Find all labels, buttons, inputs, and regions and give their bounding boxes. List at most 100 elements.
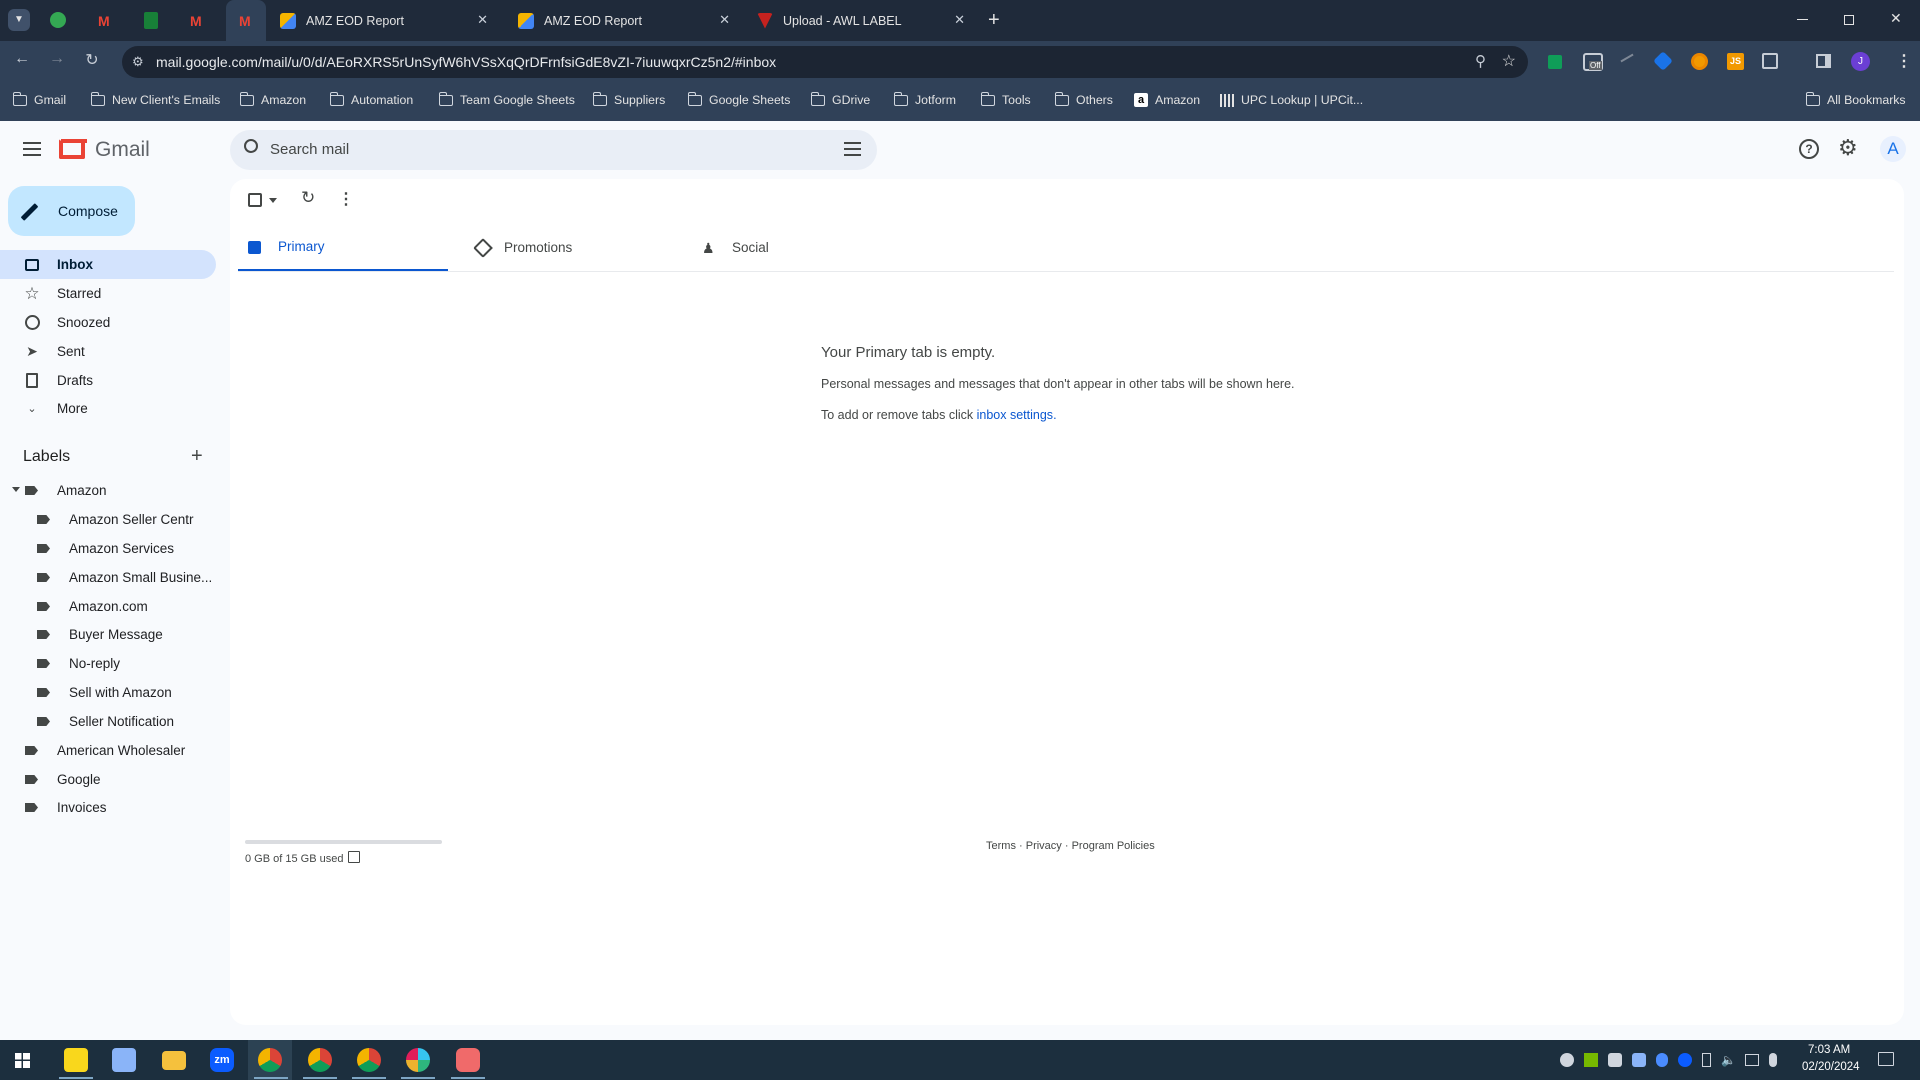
side-panel-icon[interactable] xyxy=(1816,54,1831,68)
reload-button[interactable]: ↻ xyxy=(80,50,104,70)
tab-search-button[interactable]: ▼ xyxy=(8,9,30,31)
label-seller-notification[interactable]: Seller Notification xyxy=(0,709,216,733)
zoom-tray-icon[interactable] xyxy=(1678,1053,1692,1067)
site-info-icon[interactable]: ⚙ xyxy=(132,46,144,78)
chrome-icon[interactable] xyxy=(357,1048,381,1072)
bookmark-star-icon[interactable]: ☆ xyxy=(1502,46,1516,78)
search-bar[interactable]: Search mail xyxy=(230,130,877,170)
tab-primary[interactable]: Primary xyxy=(238,223,448,272)
terms-link[interactable]: Terms xyxy=(986,840,1016,852)
restore-button[interactable] xyxy=(1844,15,1854,25)
extensions-puzzle-icon[interactable] xyxy=(1762,53,1778,69)
bookmark-automation[interactable]: Automation xyxy=(329,83,413,117)
browser-tab[interactable]: Upload - AWL LABEL ✕ xyxy=(745,0,977,41)
profile-avatar[interactable]: J xyxy=(1851,52,1870,71)
battery-icon[interactable] xyxy=(1702,1053,1711,1067)
bookmark-gdrive[interactable]: GDrive xyxy=(810,83,870,117)
account-avatar[interactable]: A xyxy=(1880,136,1906,162)
compose-button[interactable]: Compose xyxy=(8,186,135,236)
label-invoices[interactable]: Invoices xyxy=(0,795,216,819)
label-amazon[interactable]: Amazon xyxy=(0,478,216,502)
extension-pen-icon[interactable] xyxy=(1620,53,1634,63)
slack-icon[interactable] xyxy=(406,1048,430,1072)
bookmark-gmail[interactable]: Gmail xyxy=(12,83,66,117)
close-icon[interactable]: ✕ xyxy=(719,12,730,28)
help-icon[interactable]: ? xyxy=(1799,139,1819,159)
slack-tray-icon[interactable] xyxy=(1608,1053,1622,1067)
bluetooth-icon[interactable] xyxy=(1656,1053,1668,1067)
bookmark-upc-lookup[interactable]: UPC Lookup | UPCit... xyxy=(1220,83,1363,117)
bookmark-tools[interactable]: Tools xyxy=(980,83,1031,117)
all-bookmarks[interactable]: All Bookmarks xyxy=(1805,83,1906,117)
main-menu-icon[interactable] xyxy=(23,142,41,156)
inbox-settings-link[interactable]: inbox settings xyxy=(977,408,1053,422)
open-in-new-icon[interactable] xyxy=(348,851,360,863)
asana-icon[interactable] xyxy=(456,1048,480,1072)
extension-js-icon[interactable]: JS xyxy=(1727,53,1744,70)
label-amazon-small-business[interactable]: Amazon Small Busine... xyxy=(0,565,216,589)
sticky-notes-icon[interactable] xyxy=(64,1048,88,1072)
nav-inbox[interactable]: Inbox xyxy=(0,250,216,279)
search-icon[interactable] xyxy=(244,139,258,153)
nav-drafts[interactable]: Drafts xyxy=(0,366,216,395)
nav-snoozed[interactable]: Snoozed xyxy=(0,308,216,337)
pinned-tab-gmail-active[interactable]: M xyxy=(226,0,266,41)
minimize-button[interactable] xyxy=(1797,19,1808,20)
bookmark-google-sheets[interactable]: Google Sheets xyxy=(687,83,790,117)
browser-tab[interactable]: AMZ EOD Report ✕ xyxy=(506,0,742,41)
pinned-tab-sheets-green[interactable] xyxy=(50,12,66,28)
zoom-app-icon[interactable]: zm xyxy=(210,1048,234,1072)
extension-blue-icon[interactable] xyxy=(1653,51,1673,71)
tab-social[interactable]: ♟ Social xyxy=(694,223,904,272)
volume-icon[interactable]: 🔈 xyxy=(1721,1053,1736,1067)
clock-time[interactable]: 7:03 AM xyxy=(1808,1044,1850,1056)
network-icon[interactable] xyxy=(1745,1054,1759,1066)
clock-date[interactable]: 02/20/2024 xyxy=(1802,1061,1860,1073)
address-bar[interactable]: ⚙ mail.google.com/mail/u/0/d/AEoRXRS5rUn… xyxy=(122,46,1528,78)
browser-tab[interactable]: AMZ EOD Report ✕ xyxy=(268,0,500,41)
zoom-icon[interactable]: ⚲ xyxy=(1475,46,1486,78)
add-label-icon[interactable]: + xyxy=(191,445,203,468)
caret-down-icon[interactable] xyxy=(12,487,20,492)
label-amazon-com[interactable]: Amazon.com xyxy=(0,594,216,618)
search-filters-icon[interactable] xyxy=(844,142,861,156)
label-american-wholesaler[interactable]: American Wholesaler xyxy=(0,738,216,762)
pinned-tab-sheets[interactable] xyxy=(144,12,158,29)
close-icon[interactable]: ✕ xyxy=(954,12,965,28)
forward-button[interactable]: → xyxy=(45,50,69,68)
label-amazon-seller-central[interactable]: Amazon Seller Centr xyxy=(0,507,216,531)
privacy-link[interactable]: Privacy xyxy=(1026,840,1062,852)
label-buyer-message[interactable]: Buyer Message xyxy=(0,622,216,646)
bookmark-team-google-sheets[interactable]: Team Google Sheets xyxy=(438,83,575,117)
pinned-tab-gmail[interactable]: M xyxy=(98,13,110,29)
bookmark-suppliers[interactable]: Suppliers xyxy=(592,83,665,117)
close-icon[interactable]: ✕ xyxy=(477,12,488,28)
chrome-icon[interactable] xyxy=(258,1048,282,1072)
select-dropdown-caret-icon[interactable] xyxy=(269,198,277,203)
pen-tray-icon[interactable] xyxy=(1632,1053,1646,1067)
calculator-icon[interactable] xyxy=(112,1048,136,1072)
extension-orange-icon[interactable] xyxy=(1691,53,1708,70)
browser-menu-icon[interactable]: ⋮ xyxy=(1896,51,1912,71)
extension-green-icon[interactable] xyxy=(1548,55,1562,69)
more-options-icon[interactable]: ⋮ xyxy=(338,189,354,209)
nav-starred[interactable]: ☆ Starred xyxy=(0,279,216,308)
start-windows-icon[interactable] xyxy=(15,1053,30,1068)
bookmark-jotform[interactable]: Jotform xyxy=(893,83,956,117)
notifications-icon[interactable] xyxy=(1878,1052,1894,1066)
pinned-tab-gmail-2[interactable]: M xyxy=(190,13,202,29)
bookmark-others[interactable]: Others xyxy=(1054,83,1113,117)
label-no-reply[interactable]: No-reply xyxy=(0,651,216,675)
nvidia-tray-icon[interactable] xyxy=(1584,1053,1598,1067)
nav-more[interactable]: ⌄ More xyxy=(0,394,216,423)
label-google[interactable]: Google xyxy=(0,767,216,791)
back-button[interactable]: ← xyxy=(10,50,34,68)
label-sell-with-amazon[interactable]: Sell with Amazon xyxy=(0,680,216,704)
refresh-icon[interactable]: ↻ xyxy=(301,188,315,208)
tab-promotions[interactable]: Promotions xyxy=(466,223,676,272)
extension-off-icon[interactable]: Off xyxy=(1583,53,1603,71)
select-all-checkbox[interactable] xyxy=(248,193,262,207)
nav-sent[interactable]: ➤ Sent xyxy=(0,337,216,366)
people-tray-icon[interactable] xyxy=(1560,1053,1574,1067)
close-window-button[interactable]: ✕ xyxy=(1890,10,1902,27)
